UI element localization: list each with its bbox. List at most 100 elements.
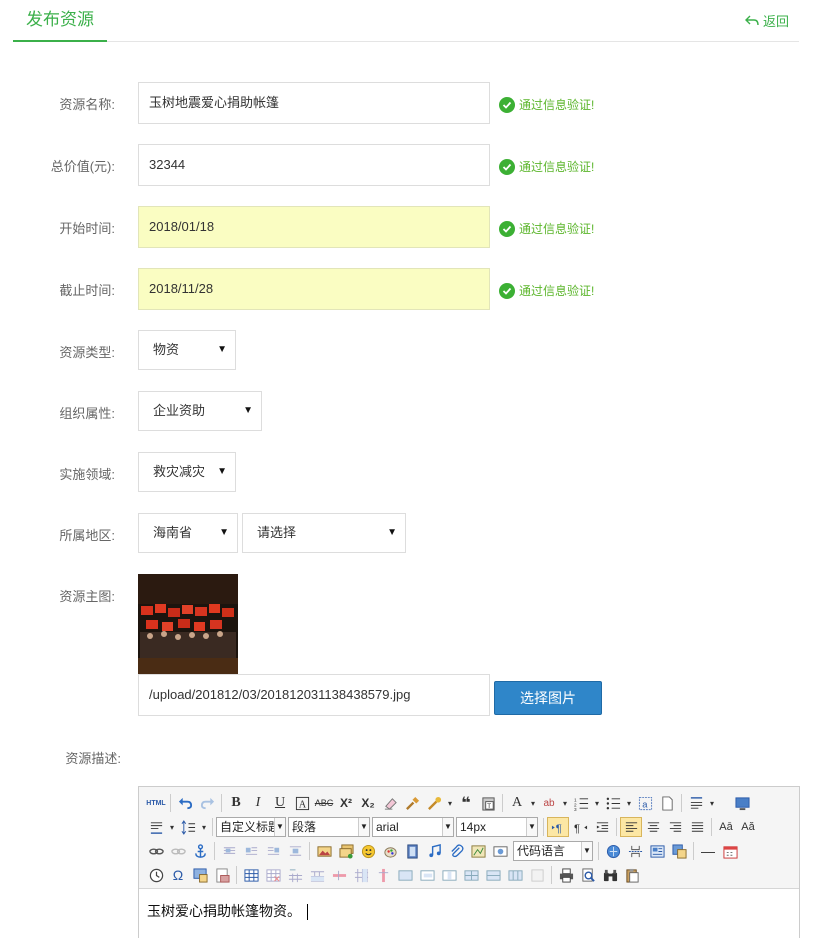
snap-screen-icon[interactable] (189, 865, 211, 885)
date-icon[interactable] (719, 841, 741, 861)
image-none-icon[interactable] (218, 841, 240, 861)
print-icon[interactable] (555, 865, 577, 885)
org-attribute-select[interactable]: 企业资助 ▼ (138, 391, 262, 431)
split-cols-icon[interactable] (504, 865, 526, 885)
province-select[interactable]: 海南省 ▼ (138, 513, 238, 553)
strikethrough-icon[interactable]: ABC (313, 793, 335, 813)
start-date-input[interactable]: 2018/01/18 (138, 206, 490, 248)
lowercase-icon[interactable]: Aă (737, 817, 759, 837)
chart-icon[interactable] (526, 865, 548, 885)
select-all-icon[interactable]: a (634, 793, 656, 813)
paste-text-icon[interactable]: T (477, 793, 499, 813)
dropdown-arrow-icon[interactable]: ▾ (592, 793, 602, 813)
auto-format-icon[interactable] (423, 793, 445, 813)
insert-video-icon[interactable] (401, 841, 423, 861)
music-icon[interactable] (423, 841, 445, 861)
insert-frame-icon[interactable] (489, 841, 511, 861)
link-icon[interactable] (145, 841, 167, 861)
insert-col-icon[interactable] (350, 865, 372, 885)
delete-row-icon[interactable] (328, 865, 350, 885)
paragraph-format-select[interactable]: 段落 ▼ (288, 817, 370, 837)
merge-right-icon[interactable] (416, 865, 438, 885)
city-select[interactable]: 请选择 ▼ (242, 513, 406, 553)
delete-table-icon[interactable] (262, 865, 284, 885)
indent-icon[interactable] (591, 817, 613, 837)
dropdown-arrow-icon[interactable]: ▾ (560, 793, 570, 813)
row-spacing-top-icon[interactable] (685, 793, 707, 813)
code-language-select[interactable]: 代码语言 ▼ (513, 841, 593, 861)
split-rows-icon[interactable] (482, 865, 504, 885)
attachment-icon[interactable] (445, 841, 467, 861)
align-right-icon[interactable] (664, 817, 686, 837)
merge-down-icon[interactable] (438, 865, 460, 885)
dropdown-arrow-icon[interactable]: ▾ (707, 793, 717, 813)
dropdown-arrow-icon[interactable]: ▾ (199, 817, 209, 837)
web-app-icon[interactable] (602, 841, 624, 861)
unordered-list-icon[interactable] (602, 793, 624, 813)
anchor-icon[interactable] (189, 841, 211, 861)
clear-document-icon[interactable] (656, 793, 678, 813)
italic-icon[interactable]: I (247, 793, 269, 813)
superscript-icon[interactable]: X² (335, 793, 357, 813)
background-icon[interactable] (668, 841, 690, 861)
special-char-icon[interactable]: Ω (167, 865, 189, 885)
eraser-icon[interactable] (379, 793, 401, 813)
rtl-direction-icon[interactable]: ¶ (569, 817, 591, 837)
scrawl-icon[interactable] (379, 841, 401, 861)
row-spacing-bottom-icon[interactable] (145, 817, 167, 837)
time-icon[interactable] (145, 865, 167, 885)
dropdown-arrow-icon[interactable]: ▾ (445, 793, 455, 813)
fullscreen-icon[interactable] (731, 793, 753, 813)
insert-table-icon[interactable] (240, 865, 262, 885)
multi-image-icon[interactable] (335, 841, 357, 861)
insert-paragraph-before-table-icon[interactable] (284, 865, 306, 885)
drafts-icon[interactable] (621, 865, 643, 885)
map-icon[interactable] (467, 841, 489, 861)
custom-title-select[interactable]: 自定义标题 ▼ (216, 817, 286, 837)
end-date-input[interactable]: 2018/11/28 (138, 268, 490, 310)
resource-type-select[interactable]: 物资 ▼ (138, 330, 236, 370)
blockquote-icon[interactable]: ❝ (455, 793, 477, 813)
ordered-list-icon[interactable]: 123 (570, 793, 592, 813)
dropdown-arrow-icon[interactable]: ▾ (167, 817, 177, 837)
horizontal-rule-icon[interactable]: — (697, 841, 719, 861)
align-center-icon[interactable] (642, 817, 664, 837)
html-source-icon[interactable]: HTML (145, 793, 167, 813)
preview-icon[interactable] (577, 865, 599, 885)
ltr-direction-icon[interactable]: ¶ (547, 817, 569, 837)
font-family-select[interactable]: arial ▼ (372, 817, 454, 837)
insert-row-icon[interactable] (306, 865, 328, 885)
redo-icon[interactable] (196, 793, 218, 813)
word-image-icon[interactable] (211, 865, 233, 885)
back-link[interactable]: 返回 (744, 11, 789, 30)
resource-name-input[interactable]: 玉树地震爱心捐助帐篷 (138, 82, 490, 124)
search-replace-icon[interactable] (599, 865, 621, 885)
uppercase-icon[interactable]: Aā (715, 817, 737, 837)
delete-col-icon[interactable] (372, 865, 394, 885)
dropdown-arrow-icon[interactable]: ▾ (624, 793, 634, 813)
align-justify-icon[interactable] (686, 817, 708, 837)
underline-icon[interactable]: U (269, 793, 291, 813)
line-height-icon[interactable] (177, 817, 199, 837)
implementation-field-select[interactable]: 救灾减灾 ▼ (138, 452, 236, 492)
choose-image-button[interactable]: 选择图片 (494, 681, 602, 715)
page-break-icon[interactable] (624, 841, 646, 861)
font-color-icon[interactable]: A (506, 793, 528, 813)
editor-content-area[interactable]: 玉树爱心捐助帐篷物资。 (139, 889, 799, 933)
image-center-icon[interactable] (284, 841, 306, 861)
background-color-icon[interactable]: ab (538, 793, 560, 813)
undo-icon[interactable] (174, 793, 196, 813)
image-right-icon[interactable] (262, 841, 284, 861)
subscript-icon[interactable]: X₂ (357, 793, 379, 813)
emotion-icon[interactable] (357, 841, 379, 861)
template-icon[interactable] (646, 841, 668, 861)
image-path-input[interactable]: /upload/201812/03/201812031138438579.jpg (138, 674, 490, 716)
split-cells-icon[interactable] (460, 865, 482, 885)
image-left-icon[interactable] (240, 841, 262, 861)
bold-icon[interactable]: B (225, 793, 247, 813)
font-border-icon[interactable]: A (291, 793, 313, 813)
dropdown-arrow-icon[interactable]: ▾ (528, 793, 538, 813)
tab-publish-resource[interactable]: 发布资源 (13, 0, 107, 42)
unlink-icon[interactable] (167, 841, 189, 861)
align-left-icon[interactable] (620, 817, 642, 837)
